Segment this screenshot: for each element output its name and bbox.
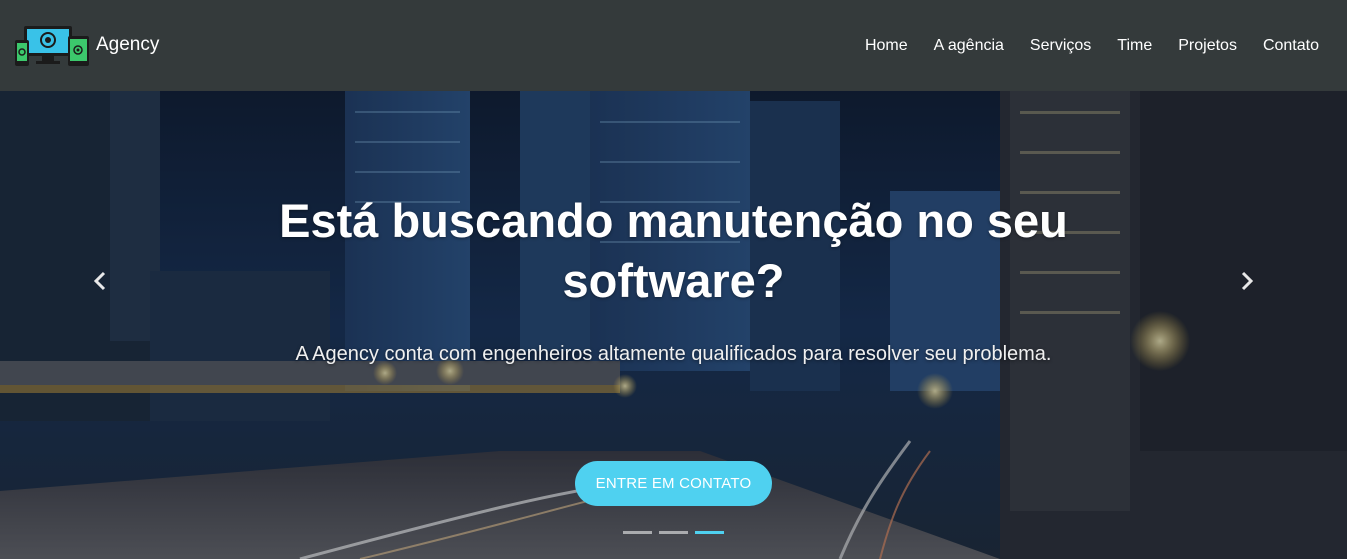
devices-logo-icon	[14, 24, 90, 68]
nav-link-agencia[interactable]: A agência	[921, 37, 1017, 55]
brand-name[interactable]: Agency	[96, 34, 159, 56]
hero-title: Está buscando manutenção no seu software…	[279, 194, 1068, 307]
hero-subtitle: A Agency conta com engenheiros altamente…	[295, 343, 1052, 365]
carousel-next-button[interactable]	[1235, 269, 1259, 293]
carousel-indicator-1[interactable]	[623, 531, 652, 534]
nav-link-servicos[interactable]: Serviços	[1017, 37, 1104, 55]
carousel-indicators	[623, 531, 724, 534]
chevron-right-icon	[1241, 271, 1254, 291]
main-nav: Home A agência Serviços Time Projetos Co…	[852, 37, 1333, 55]
carousel-prev-button[interactable]	[88, 269, 112, 293]
hero-carousel: Está buscando manutenção no seu software…	[0, 91, 1347, 559]
nav-link-time[interactable]: Time	[1104, 37, 1165, 55]
carousel-indicator-3[interactable]	[695, 531, 724, 534]
brand[interactable]: Agency	[14, 24, 159, 68]
nav-link-contato[interactable]: Contato	[1250, 37, 1333, 55]
nav-link-home[interactable]: Home	[852, 37, 921, 55]
contact-cta-button[interactable]: ENTRE EM CONTATO	[575, 461, 772, 506]
nav-link-projetos[interactable]: Projetos	[1165, 37, 1250, 55]
chevron-left-icon	[93, 271, 106, 291]
navbar: Agency Home A agência Serviços Time Proj…	[0, 0, 1347, 91]
carousel-indicator-2[interactable]	[659, 531, 688, 534]
